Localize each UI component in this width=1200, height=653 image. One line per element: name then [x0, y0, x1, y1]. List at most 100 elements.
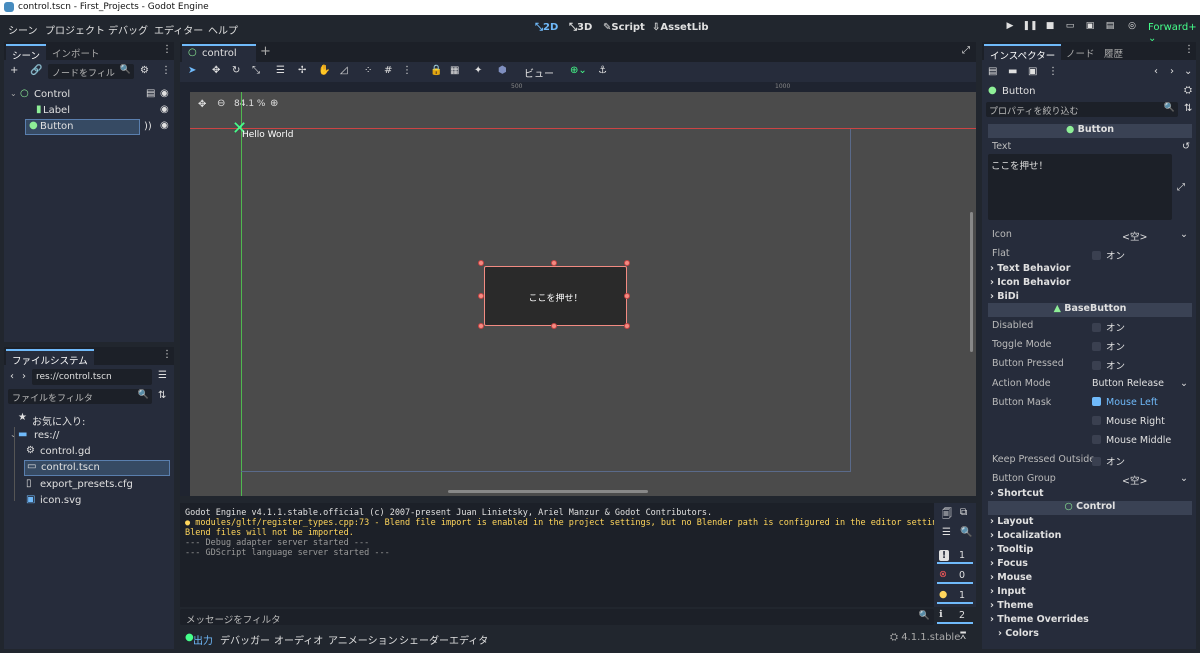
sort-icon[interactable]: ⇅: [158, 390, 166, 401]
file-row-selected[interactable]: ▭ control.tscn: [24, 460, 170, 476]
new-resource-icon[interactable]: ▤: [988, 66, 997, 77]
pan-tool-icon[interactable]: ✋: [318, 65, 330, 76]
history-back-icon[interactable]: ‹: [1154, 66, 1158, 77]
dropdown-icon[interactable]: ⌄: [1180, 473, 1188, 484]
group-bidi[interactable]: › BiDi: [990, 291, 1019, 302]
clear-log-icon[interactable]: 🗐: [942, 507, 952, 524]
tab-import[interactable]: インポート: [46, 44, 106, 60]
pause-icon[interactable]: ❚❚: [1022, 21, 1038, 35]
scene-label-hello[interactable]: Hello World: [242, 130, 293, 140]
scene-button[interactable]: ここを押せ！: [484, 266, 627, 326]
folder-res-row[interactable]: ⌄ ▬ res://: [8, 428, 158, 444]
tab-control-scene[interactable]: ○ control: [182, 44, 256, 62]
group-icon[interactable]: ▦: [450, 65, 459, 76]
script-attach-icon[interactable]: ⚙: [140, 65, 149, 76]
action-mode-select[interactable]: Button Release: [1092, 378, 1164, 389]
section-control[interactable]: ○ Control: [988, 501, 1192, 515]
add-tab-icon[interactable]: +: [260, 44, 271, 59]
button-group-picker[interactable]: <空>: [1122, 473, 1147, 487]
skeleton-icon[interactable]: ✦: [474, 65, 482, 76]
error-counter[interactable]: ⊗ 0: [937, 569, 973, 584]
dock-menu-icon[interactable]: ⋮: [162, 44, 172, 55]
group-input[interactable]: › Input: [990, 586, 1026, 597]
dock-menu-icon[interactable]: ⋮: [162, 349, 172, 360]
revert-icon[interactable]: ↺: [1182, 141, 1190, 152]
section-basebutton[interactable]: ▲ BaseButton: [988, 303, 1192, 317]
disabled-checkbox[interactable]: オン: [1092, 320, 1125, 334]
tab-shader-editor[interactable]: シェーダーエディタ: [399, 632, 488, 647]
visibility-eye-icon[interactable]: ◉: [160, 88, 169, 99]
signal-icon[interactable]: )): [144, 121, 152, 132]
message-filter-input[interactable]: メッセージをフィルタ 🔍: [180, 609, 934, 626]
selectable-list-icon[interactable]: ☰: [276, 65, 285, 76]
dropdown-icon[interactable]: ⌄: [1180, 378, 1188, 389]
resize-handle[interactable]: [624, 323, 630, 329]
tab-filesystem[interactable]: ファイルシステム: [6, 349, 94, 367]
file-row[interactable]: ▯ export_presets.cfg: [24, 477, 174, 493]
keep-pressed-checkbox[interactable]: オン: [1092, 454, 1125, 468]
group-colors[interactable]: › Colors: [998, 628, 1039, 639]
mode-assetlib-button[interactable]: ⇩AssetLib: [652, 22, 709, 33]
menu-editor[interactable]: エディター: [154, 22, 203, 37]
menu-project[interactable]: プロジェクト: [45, 22, 105, 37]
toggle-mode-checkbox[interactable]: オン: [1092, 339, 1125, 353]
dropdown-icon[interactable]: ⌄: [1180, 229, 1188, 240]
section-button[interactable]: ● Button: [988, 124, 1192, 138]
group-focus[interactable]: › Focus: [990, 558, 1028, 569]
zoom-level[interactable]: 84.1 %: [234, 99, 265, 109]
file-row[interactable]: ⚙ control.gd: [24, 444, 174, 460]
resize-handle[interactable]: [551, 323, 557, 329]
scale-tool-icon[interactable]: ⤡: [252, 65, 260, 76]
tab-inspector[interactable]: インスペクター: [984, 44, 1062, 62]
collapse-log-icon[interactable]: ☰: [942, 527, 951, 538]
visibility-eye-icon[interactable]: ◉: [160, 104, 169, 115]
path-field[interactable]: res://control.tscn: [32, 369, 152, 385]
visibility-eye-icon[interactable]: ◉: [160, 120, 169, 131]
back-arrow-icon[interactable]: ‹: [10, 371, 14, 382]
tree-node-button[interactable]: ● Button: [25, 119, 140, 135]
scene-menu-icon[interactable]: ⋮: [161, 65, 171, 76]
resize-handle[interactable]: [624, 260, 630, 266]
dock-menu-icon[interactable]: ⋮: [1184, 44, 1194, 55]
file-row[interactable]: ▣ icon.svg: [24, 493, 174, 509]
history-forward-icon[interactable]: ›: [1170, 66, 1174, 77]
group-theme[interactable]: › Theme: [990, 600, 1033, 611]
menu-debug[interactable]: デバッグ: [108, 22, 148, 37]
anchor-icon[interactable]: ⚓: [598, 65, 607, 76]
button-pressed-checkbox[interactable]: オン: [1092, 358, 1125, 372]
resize-handle[interactable]: [624, 293, 630, 299]
canvas-viewport[interactable]: 500 1000 ✥ ⊖ 84.1 % ⊕ ✕ Hello World ここを押…: [180, 82, 976, 496]
mask-mouse-left-checkbox[interactable]: Mouse Left: [1092, 397, 1158, 408]
ruler-tool-icon[interactable]: ◿: [340, 65, 348, 76]
expand-panel-icon[interactable]: ⩞: [960, 631, 966, 642]
tab-scene[interactable]: シーン: [6, 44, 47, 62]
zoom-out-icon[interactable]: ⊖: [217, 98, 225, 109]
rotate-tool-icon[interactable]: ↻: [232, 65, 240, 76]
link-icon[interactable]: 🔗: [30, 65, 42, 76]
zoom-in-icon[interactable]: ⊕: [270, 98, 278, 109]
tree-node-label[interactable]: ▮ Label ◉: [8, 103, 172, 119]
move-tool-icon[interactable]: ✥: [212, 65, 220, 76]
split-view-icon[interactable]: ☰: [158, 370, 167, 381]
object-tool-icon[interactable]: ⛭: [1184, 85, 1192, 96]
mode-2d-button[interactable]: ⤡2D: [535, 22, 558, 33]
tab-history[interactable]: 履歴: [1098, 44, 1129, 60]
play-custom-icon[interactable]: ▤: [1102, 21, 1118, 35]
copy-log-icon[interactable]: ⧉: [960, 507, 967, 518]
script-icon[interactable]: ▤: [146, 88, 155, 99]
horizontal-scrollbar[interactable]: [448, 490, 648, 493]
tab-output[interactable]: 出力: [193, 632, 213, 647]
info-counter[interactable]: ℹ 2: [937, 609, 973, 624]
more-menu-icon[interactable]: ⋮: [1048, 66, 1058, 77]
menu-help[interactable]: ヘルプ: [208, 22, 238, 37]
resize-handle[interactable]: [478, 293, 484, 299]
play-icon[interactable]: ▶: [1002, 21, 1018, 35]
group-text-behavior[interactable]: › Text Behavior: [990, 263, 1070, 274]
file-filter-input[interactable]: ファイルをフィルタ 🔍: [8, 389, 152, 404]
group-layout[interactable]: › Layout: [990, 516, 1033, 527]
text-value-field[interactable]: ここを押せ！: [988, 154, 1172, 220]
select-tool-icon[interactable]: ➤: [188, 65, 196, 76]
mask-mouse-right-checkbox[interactable]: Mouse Right: [1092, 416, 1165, 427]
layout-icon[interactable]: ⬢: [498, 65, 507, 76]
flat-checkbox[interactable]: オン: [1092, 248, 1125, 262]
